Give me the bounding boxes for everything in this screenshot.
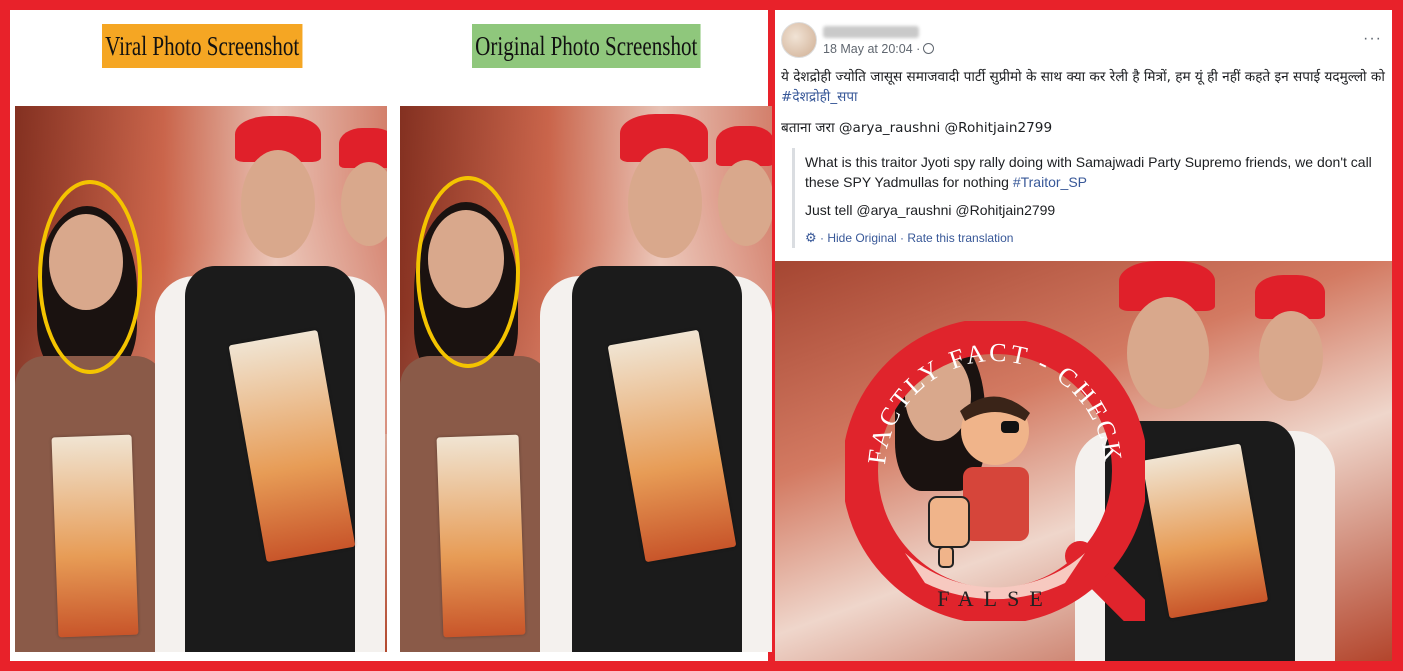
original-photo-label: Original Photo Screenshot: [472, 24, 701, 68]
viral-photo: [15, 106, 387, 652]
post-header: 18 May at 20:04 · ···: [781, 18, 1386, 68]
more-icon[interactable]: ···: [1363, 30, 1382, 48]
post-mentions: बताना जरा @arya_raushni @Rohitjain2799: [781, 120, 1053, 136]
comparison-panel: Viral Photo Screenshot Original Photo Sc…: [10, 10, 772, 661]
stamp-verdict: FALSE: [937, 586, 1053, 611]
translation-mentions: Just tell @arya_raushni @Rohitjain2799: [805, 202, 1056, 218]
post-photo[interactable]: FACTLY FACT - CHECK FALSE: [775, 261, 1392, 661]
author-name-blurred[interactable]: [823, 26, 919, 38]
factcheck-stamp: FACTLY FACT - CHECK FALSE: [845, 321, 1145, 621]
post-text-hindi: ये देशद्रोही ज्योति जासूस समाजवादी पार्ट…: [781, 69, 1385, 85]
highlight-circle: [416, 176, 520, 368]
man-face: [628, 148, 702, 258]
avatar[interactable]: [781, 22, 817, 58]
timestamp-text: 18 May at 20:04 ·: [823, 42, 921, 56]
man-face: [241, 150, 315, 258]
facebook-post: 18 May at 20:04 · ··· ये देशद्रोही ज्योत…: [775, 10, 1392, 661]
thumbs-down-icon: [928, 396, 1030, 568]
translation-block: What is this traitor Jyoti spy rally doi…: [792, 148, 1392, 248]
translation-actions[interactable]: · Hide Original · Rate this translation: [820, 231, 1013, 245]
hashtag-link[interactable]: #देशद्रोही_सपा: [781, 89, 858, 105]
post-text: ये देशद्रोही ज्योति जासूस समाजवादी पार्ट…: [781, 67, 1391, 107]
gear-icon: ⚙: [805, 230, 817, 245]
translation-hashtag[interactable]: #Traitor_SP: [1013, 174, 1087, 190]
translation-links: ⚙ · Hide Original · Rate this translatio…: [805, 228, 1392, 248]
globe-icon: [923, 43, 935, 54]
man-face: [718, 160, 772, 246]
manifesto-booklet: [51, 434, 139, 638]
translation-text: What is this traitor Jyoti spy rally doi…: [805, 152, 1392, 192]
viral-photo-label: Viral Photo Screenshot: [102, 24, 303, 68]
man-face: [1259, 311, 1323, 401]
translation-body: What is this traitor Jyoti spy rally doi…: [805, 154, 1372, 190]
post-timestamp[interactable]: 18 May at 20:04 ·: [823, 42, 935, 56]
highlight-circle: [38, 180, 142, 374]
original-photo: [400, 106, 772, 652]
manifesto-booklet: [436, 434, 526, 638]
